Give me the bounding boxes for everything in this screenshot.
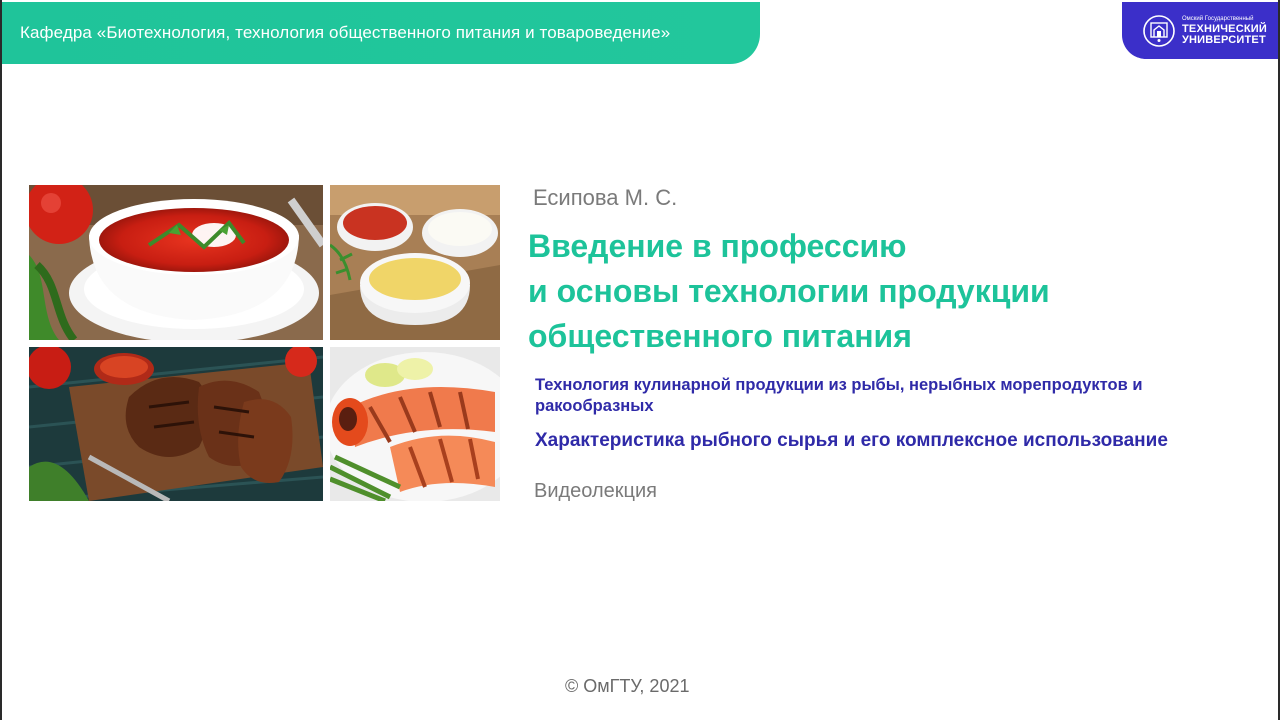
sauces-photo (330, 185, 500, 340)
borscht-photo (29, 185, 323, 340)
format-label: Видеолекция (534, 480, 657, 502)
university-logo: Омский Государственный ТЕХНИЧЕСКИЙ УНИВЕ… (1122, 2, 1278, 59)
course-title-line-1: Введение в профессию (528, 228, 907, 264)
copyright: © ОмГТУ, 2021 (565, 676, 690, 696)
department-name: Кафедра «Биотехнология, технология общес… (20, 23, 671, 42)
course-title-line-3: общественного питания (528, 318, 912, 354)
lecture-title: Характеристика рыбного сырья и его компл… (535, 430, 1168, 451)
grilled-meat-photo (29, 347, 323, 501)
frame-left-edge (0, 0, 2, 720)
department-banner: Кафедра «Биотехнология, технология общес… (2, 2, 760, 64)
university-emblem-icon (1143, 14, 1175, 47)
university-name-small: Омский Государственный (1182, 15, 1254, 22)
course-title: Введение в профессию и основы технологии… (528, 224, 1050, 359)
grilled-salmon-photo (330, 347, 500, 501)
university-name-line-1: ТЕХНИЧЕСКИЙ (1182, 22, 1267, 35)
university-name: Омский Государственный ТЕХНИЧЕСКИЙ УНИВЕ… (1182, 16, 1267, 46)
section-title: Технология кулинарной продукции из рыбы,… (535, 376, 1143, 415)
author-name: Есипова М. С. (533, 185, 678, 210)
university-name-line-2: УНИВЕРСИТЕТ (1182, 33, 1266, 46)
course-title-line-2: и основы технологии продукции (528, 273, 1050, 309)
